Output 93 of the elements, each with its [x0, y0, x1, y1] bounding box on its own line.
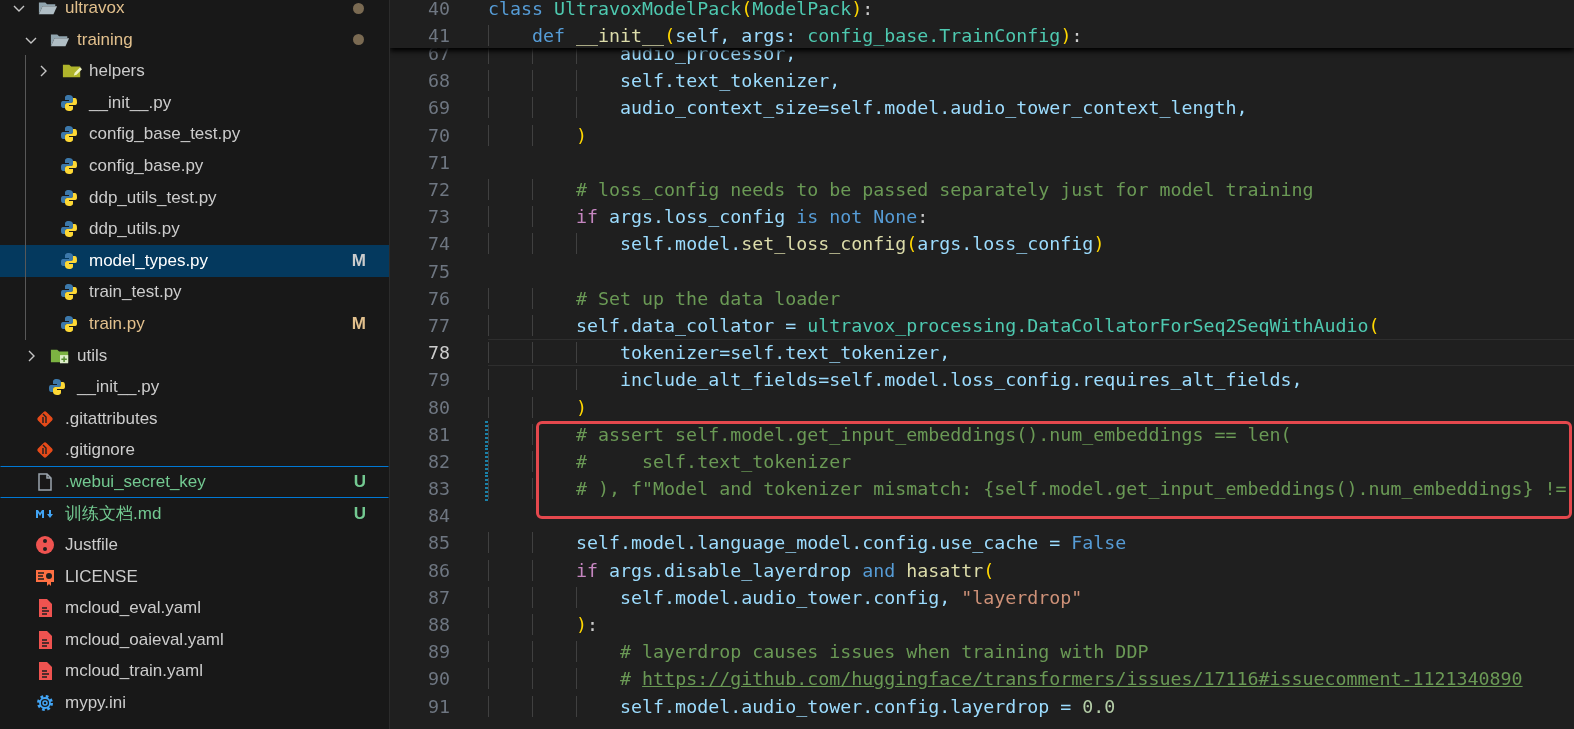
python-icon	[60, 93, 78, 112]
folder-item[interactable]: ultravox	[0, 0, 389, 24]
document-icon	[36, 598, 54, 619]
python-icon	[60, 156, 78, 175]
folder-icon	[38, 0, 58, 17]
line-number: 79	[427, 369, 450, 391]
code-line: # loss_config needs to be passed separately just for model training	[488, 179, 1314, 201]
folder-item[interactable]: training	[0, 23, 389, 56]
file-item[interactable]: model_types.py M	[0, 244, 389, 277]
code-line: )	[488, 396, 588, 418]
file-item[interactable]: __init__.py	[0, 371, 389, 403]
file-item[interactable]: mcloud_train.yaml	[0, 655, 389, 688]
line-number: 82	[427, 450, 450, 472]
code-line: ):	[488, 614, 599, 636]
git-status-label: U	[353, 471, 366, 492]
line-number: 81	[427, 423, 450, 445]
line-number: 41	[427, 24, 450, 46]
python-icon	[60, 220, 78, 239]
link[interactable]: https://github.com/huggingface/transformers/issues/17116#issuecomment-1121340890	[642, 668, 1523, 690]
git-status-label: M	[351, 250, 366, 271]
line-number: 91	[427, 695, 450, 717]
code-line: self.model.audio_tower.config, "layerdrop"	[488, 586, 1083, 608]
python-icon	[48, 378, 66, 397]
file-item[interactable]: train_test.py	[0, 276, 389, 309]
line-number: 75	[427, 260, 450, 282]
line-number: 89	[427, 641, 450, 663]
git-status-label: U	[353, 503, 366, 524]
line-number: 74	[427, 233, 450, 255]
folder-item[interactable]: helpers	[0, 55, 389, 87]
code-line: # ), f"Model and tokenizer mismatch: {self.model.get_input_embeddings().num_embeddings} !=	[488, 478, 1567, 500]
code-line: include_alt_fields=self.model.loss_config.requires_alt_fields,	[488, 369, 1303, 391]
file-item[interactable]: config_base.py	[0, 150, 389, 182]
python-icon	[60, 251, 78, 270]
file-item[interactable]: train.py M	[0, 308, 389, 340]
line-number: 40	[427, 0, 450, 19]
circle-icon	[35, 535, 55, 556]
line-number: 90	[427, 668, 450, 690]
file-item[interactable]: mcloud_oaieval.yaml	[0, 624, 389, 656]
python-icon	[60, 314, 78, 333]
code-line: self.model.audio_tower.config.layerdrop = 0.0	[488, 695, 1116, 717]
line-number: 86	[427, 559, 450, 581]
document-icon	[36, 629, 54, 650]
code-line: # https://github.com/huggingface/transformers/issues/17116#issuecomment-1121340890	[488, 668, 1523, 690]
file-item[interactable]: __init__.py	[0, 87, 389, 119]
folder-item[interactable]: utils	[0, 339, 389, 372]
code-line: def __init__(self, args: config_base.TrainConfig):	[488, 24, 1083, 46]
file-item[interactable]: LICENSE	[0, 560, 389, 593]
file-icon	[36, 471, 54, 492]
python-icon	[60, 125, 78, 144]
git-status-label: M	[351, 313, 366, 334]
file-item[interactable]: mypy.ini	[0, 687, 389, 719]
line-number: 76	[427, 287, 450, 309]
line-number: 88	[427, 614, 450, 636]
code-line: # layerdrop causes issues when training with DDP	[488, 641, 1149, 663]
file-item[interactable]: ddp_utils_test.py	[0, 181, 389, 214]
file-item[interactable]: config_base_test.py	[0, 118, 389, 151]
python-icon	[60, 188, 78, 207]
code-line: self.data_collator = ultravox_processing.DataCollatorForSeq2SeqWithAudio(	[488, 314, 1380, 336]
code-line: # self.text_tokenizer	[488, 450, 852, 472]
line-number: 85	[427, 532, 450, 554]
line-number: 70	[427, 124, 450, 146]
gear-icon	[35, 693, 55, 714]
line-number: 72	[427, 179, 450, 201]
line-number: 73	[427, 206, 450, 228]
code-line: audio_context_size=self.model.audio_tower_context_length,	[488, 97, 1248, 119]
line-number: 71	[427, 151, 450, 173]
file-item[interactable]: .webui_secret_key U	[0, 466, 389, 498]
line-number: 80	[427, 396, 450, 418]
file-item[interactable]: mcloud_eval.yaml	[0, 592, 389, 625]
code-line: self.model.set_loss_config(args.loss_config)	[488, 233, 1105, 255]
line-number: 69	[427, 97, 450, 119]
code-line: tokenizer=self.text_tokenizer,	[488, 342, 951, 364]
code-line: self.text_tokenizer,	[488, 70, 841, 92]
file-item[interactable]: 训练文档.md U	[0, 497, 389, 530]
line-number: 87	[427, 586, 450, 608]
code-line: # Set up the data loader	[488, 287, 841, 309]
code-line: # assert self.model.get_input_embeddings().num_embeddings == len(	[488, 423, 1292, 445]
code-line: self.model.language_model.config.use_cache = False	[488, 532, 1127, 554]
line-number: 68	[427, 70, 450, 92]
line-number: 83	[427, 478, 450, 500]
code-line: if args.disable_layerdrop and hasattr(	[488, 559, 995, 581]
code-line: class UltravoxModelPack(ModelPack):	[488, 0, 874, 19]
file-item[interactable]: ddp_utils.py	[0, 213, 389, 245]
line-number: 84	[427, 505, 450, 527]
code-line: )	[488, 124, 588, 146]
file-item[interactable]: .gitattributes	[0, 402, 389, 435]
document-icon	[36, 661, 54, 682]
line-number: 77	[427, 314, 450, 336]
line-number: 78	[427, 342, 450, 364]
python-icon	[60, 283, 78, 302]
file-item[interactable]: Justfile	[0, 529, 389, 561]
file-item[interactable]: .gitignore	[0, 434, 389, 467]
code-line: if args.loss_config is not None:	[488, 206, 929, 228]
